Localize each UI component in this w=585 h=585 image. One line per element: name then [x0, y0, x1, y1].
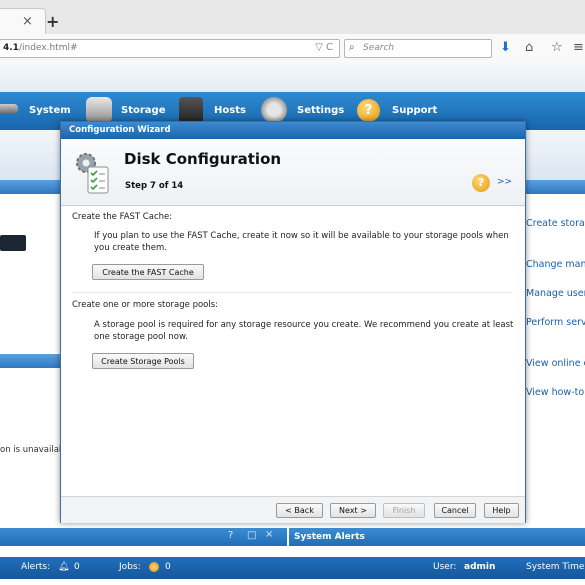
link-create-storage[interactable]: Create stora — [526, 218, 585, 229]
panel-help-icon[interactable]: ? — [228, 530, 233, 541]
fast-cache-description: If you plan to use the FAST Cache, creat… — [94, 231, 509, 253]
wizard-header: Disk Configuration Step 7 of 14 ? >> — [61, 139, 525, 206]
link-perform-service[interactable]: Perform serv — [526, 317, 585, 328]
left-panel-header-2 — [0, 354, 60, 368]
gear-icon — [261, 97, 287, 123]
jobs-gear-icon — [149, 562, 159, 572]
server-icon — [0, 104, 18, 114]
next-button[interactable]: Next > — [330, 503, 376, 518]
nav-support[interactable]: Support — [392, 105, 437, 116]
search-placeholder: Search — [363, 43, 395, 53]
jobs-label: Jobs: — [119, 562, 141, 572]
link-change-management[interactable]: Change man — [526, 259, 585, 270]
jobs-count[interactable]: 0 — [165, 562, 171, 572]
browser-search-input[interactable]: ⌕ Search — [344, 39, 492, 58]
alerts-count[interactable]: 0 — [74, 562, 80, 572]
app-header — [0, 62, 585, 92]
search-icon: ⌕ — [349, 42, 355, 53]
storage-pools-description: A storage pool is required for any stora… — [94, 320, 514, 342]
wizard-title: Configuration Wizard — [69, 125, 171, 135]
new-tab-button[interactable]: + — [46, 12, 59, 31]
close-tab-icon[interactable]: × — [22, 14, 33, 29]
user-name[interactable]: admin — [464, 562, 495, 572]
cancel-button[interactable]: Cancel — [434, 503, 476, 518]
back-button[interactable]: < Back — [276, 503, 323, 518]
system-alerts-title: System Alerts — [294, 532, 365, 542]
help-icon: ? — [357, 99, 380, 122]
system-time-label: System Time: — [526, 562, 585, 572]
bottom-panel-bar — [0, 528, 585, 546]
wizard-help-more-link[interactable]: >> — [497, 177, 512, 187]
right-panel-header — [524, 180, 585, 194]
bell-icon: 🔔︎ — [58, 562, 70, 572]
url-text: 4.1/index.html# — [3, 43, 78, 53]
bookmark-star-icon[interactable]: ☆ — [551, 40, 563, 55]
disk-config-gear-icon — [72, 149, 112, 195]
library-icon[interactable]: ≡ — [573, 40, 584, 55]
wizard-heading: Disk Configuration — [124, 150, 282, 168]
browser-tab-strip — [0, 0, 585, 35]
nav-settings[interactable]: Settings — [297, 105, 344, 116]
link-manage-users[interactable]: Manage user — [526, 288, 585, 299]
host-building-icon — [179, 97, 203, 123]
panel-close-icon[interactable]: × — [265, 529, 273, 540]
url-reload-icon[interactable]: ▽ C — [315, 42, 333, 53]
link-view-online[interactable]: View online c — [526, 358, 585, 369]
user-label: User: — [433, 562, 457, 572]
status-bar: Alerts: 🔔︎ 0 Jobs: 0 User: admin System … — [0, 557, 585, 579]
configuration-wizard-dialog: Configuration Wizard Disk Configuration … — [60, 121, 526, 523]
finish-button[interactable]: Finish — [383, 503, 425, 518]
storage-pools-heading: Create one or more storage pools: — [72, 300, 219, 310]
section-divider — [72, 292, 512, 293]
wizard-help-icon[interactable]: ? — [472, 174, 490, 192]
left-panel-header — [0, 180, 60, 194]
unavailable-message: on is unavailab — [0, 445, 65, 455]
fast-cache-heading: Create the FAST Cache: — [72, 212, 173, 222]
panel-divider — [287, 528, 289, 546]
download-icon[interactable]: ⬇ — [500, 40, 511, 55]
wizard-footer: < Back Next > Finish Cancel Help — [61, 496, 525, 523]
link-view-howto[interactable]: View how-to — [526, 387, 584, 398]
nav-hosts[interactable]: Hosts — [214, 105, 246, 116]
alerts-label: Alerts: — [21, 562, 51, 572]
home-icon[interactable]: ⌂ — [525, 40, 533, 55]
nav-system[interactable]: System — [29, 105, 71, 116]
storage-system-image — [0, 235, 26, 251]
url-bar[interactable]: 4.1/index.html# ▽ C — [0, 39, 340, 58]
nav-storage[interactable]: Storage — [121, 105, 165, 116]
create-fast-cache-button[interactable]: Create the FAST Cache — [92, 264, 204, 280]
disk-stack-icon — [86, 97, 112, 123]
panel-maximize-icon[interactable]: □ — [247, 530, 256, 541]
create-storage-pools-button[interactable]: Create Storage Pools — [92, 353, 194, 369]
help-button[interactable]: Help — [484, 503, 519, 518]
wizard-title-bar[interactable]: Configuration Wizard — [61, 122, 525, 139]
wizard-step-indicator: Step 7 of 14 — [125, 181, 184, 191]
